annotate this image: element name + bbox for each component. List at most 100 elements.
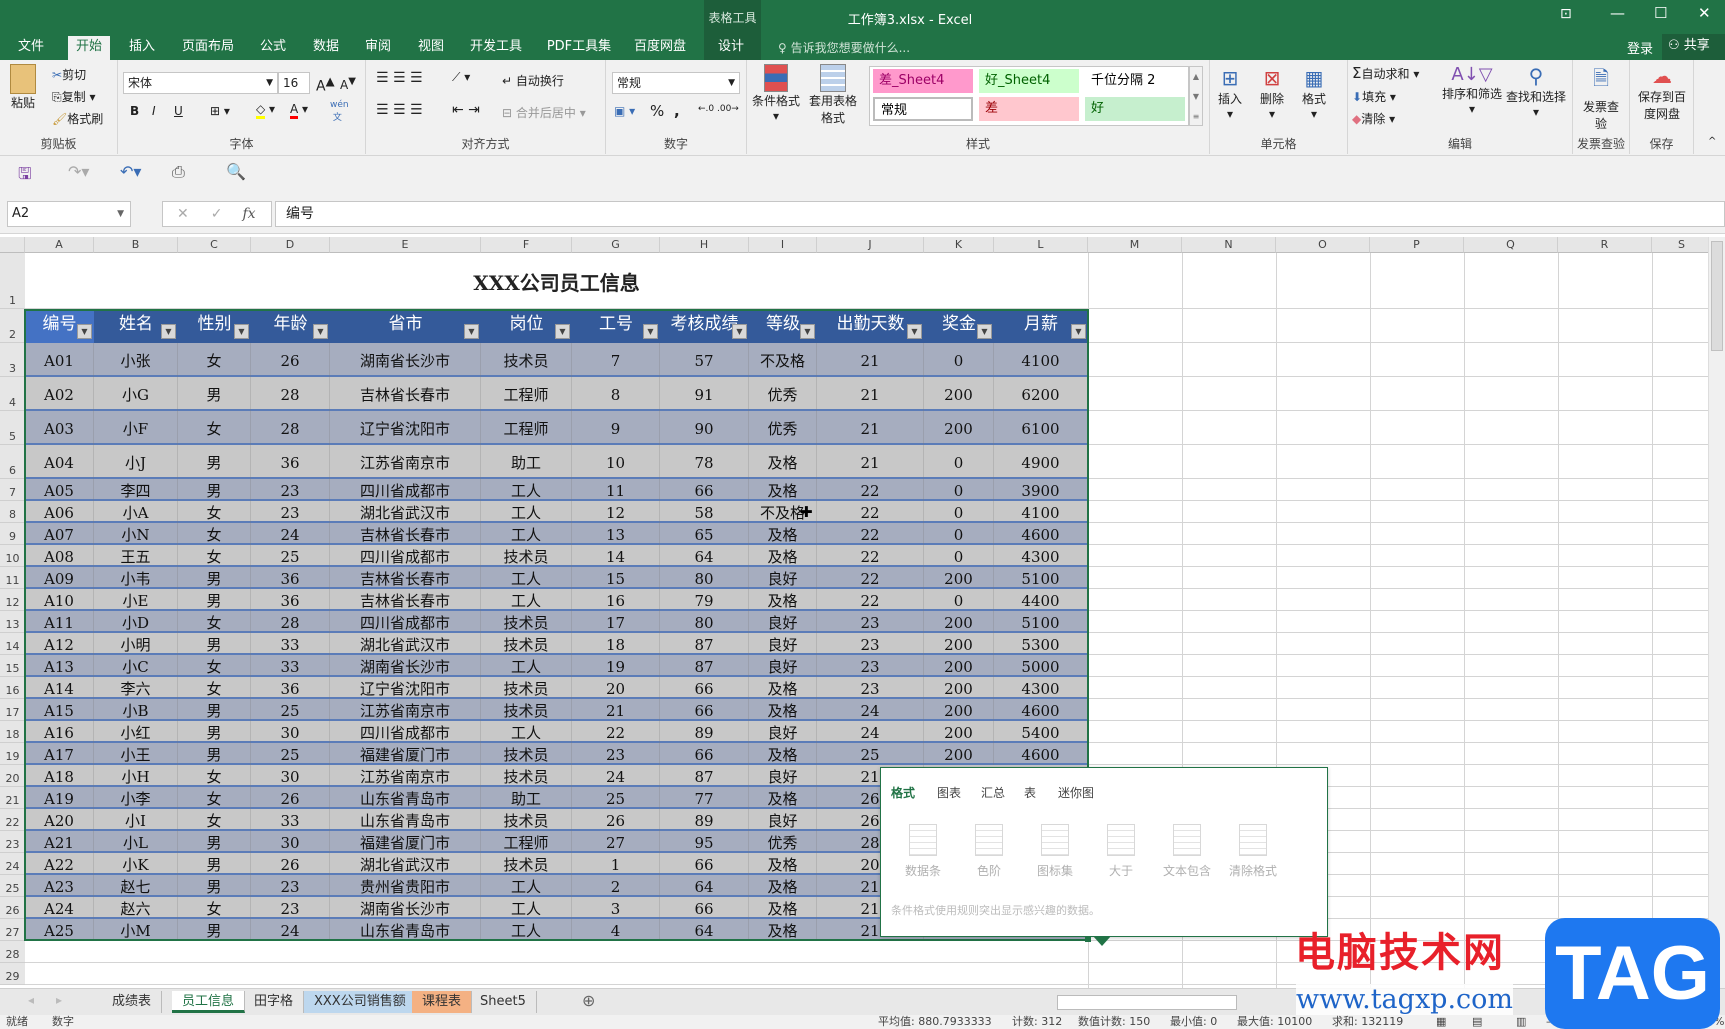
table-cell[interactable]: 江苏省南京市: [330, 699, 481, 721]
table-cell[interactable]: 20: [572, 677, 660, 699]
table-cell[interactable]: 87: [660, 765, 749, 787]
table-cell[interactable]: 66: [660, 853, 749, 875]
table-cell[interactable]: 0: [924, 545, 994, 567]
table-cell[interactable]: 技术员: [481, 343, 572, 377]
next-sheet-icon[interactable]: ▸: [56, 993, 62, 1007]
table-cell[interactable]: 36: [251, 589, 330, 611]
table-header-cell[interactable]: 性别 ▼: [178, 309, 251, 343]
table-cell[interactable]: 技术员: [481, 809, 572, 831]
table-cell[interactable]: 22: [572, 721, 660, 743]
italic-button[interactable]: I: [152, 104, 156, 118]
filter-dropdown-button[interactable]: ▼: [555, 324, 570, 339]
sheet-tab[interactable]: XXX公司销售额: [304, 991, 417, 1013]
table-cell[interactable]: 女: [178, 765, 251, 787]
quick-analysis-tab-1[interactable]: 图表: [937, 784, 961, 801]
table-cell[interactable]: A25: [25, 919, 94, 941]
table-cell[interactable]: 工人: [481, 655, 572, 677]
table-cell[interactable]: A15: [25, 699, 94, 721]
filter-dropdown-button[interactable]: ▼: [77, 324, 92, 339]
cut-button[interactable]: ✂剪切: [52, 66, 86, 83]
quick-analysis-tab-0[interactable]: 格式: [891, 784, 915, 801]
table-cell[interactable]: 四川省成都市: [330, 721, 481, 743]
table-header-cell[interactable]: 奖金 ▼: [924, 309, 994, 343]
table-cell[interactable]: 及格: [749, 479, 817, 501]
tab-10[interactable]: 百度网盘: [626, 36, 694, 60]
decrease-font-icon[interactable]: A▼: [340, 76, 356, 92]
table-cell[interactable]: 30: [251, 765, 330, 787]
table-cell[interactable]: 77: [660, 787, 749, 809]
table-cell[interactable]: 男: [178, 919, 251, 941]
row-header-29[interactable]: 29: [0, 963, 25, 985]
table-cell[interactable]: 0: [924, 343, 994, 377]
column-header-S[interactable]: S: [1652, 237, 1708, 253]
table-cell[interactable]: 四川省成都市: [330, 611, 481, 633]
table-cell[interactable]: 200: [924, 743, 994, 765]
page-layout-icon[interactable]: ▤: [1472, 1015, 1482, 1029]
table-cell[interactable]: 小G: [94, 377, 178, 411]
table-cell[interactable]: 95: [660, 831, 749, 853]
table-cell[interactable]: 技术员: [481, 699, 572, 721]
quick-analysis-item[interactable]: 大于: [1091, 824, 1151, 879]
column-header-P[interactable]: P: [1370, 237, 1464, 253]
table-cell[interactable]: 良好: [749, 765, 817, 787]
table-cell[interactable]: 女: [178, 411, 251, 445]
table-cell[interactable]: 66: [660, 897, 749, 919]
table-cell[interactable]: 及格: [749, 743, 817, 765]
table-cell[interactable]: 江苏省南京市: [330, 445, 481, 479]
table-cell[interactable]: 4100: [994, 501, 1088, 523]
bold-button[interactable]: B: [130, 104, 139, 118]
style-cell[interactable]: 好_Sheet4: [979, 69, 1079, 93]
percent-button[interactable]: %: [650, 102, 664, 120]
table-cell[interactable]: 湖北省武汉市: [330, 501, 481, 523]
table-cell[interactable]: 小明: [94, 633, 178, 655]
table-cell[interactable]: 技术员: [481, 545, 572, 567]
phonetic-button[interactable]: wén 文: [330, 100, 349, 123]
tab-0[interactable]: 文件: [10, 36, 52, 60]
table-cell[interactable]: 58: [660, 501, 749, 523]
table-cell[interactable]: A18: [25, 765, 94, 787]
format-cells-button[interactable]: ▦ 格式 ▾: [1302, 66, 1326, 121]
sheet-tab[interactable]: 员工信息: [172, 991, 246, 1013]
worksheet-grid[interactable]: A B C D E F G H I J K L M N O P Q R S 1 2 3 4 5 6 7 8 9 10 11 12 13 14 15…: [0, 237, 1708, 988]
table-cell[interactable]: 李六: [94, 677, 178, 699]
row-header-13[interactable]: 13: [0, 611, 25, 633]
table-cell[interactable]: A20: [25, 809, 94, 831]
table-cell[interactable]: 89: [660, 721, 749, 743]
normal-view-icon[interactable]: ▦: [1436, 1015, 1446, 1029]
row-header-21[interactable]: 21: [0, 787, 25, 809]
fill-button[interactable]: ⬇填充 ▾: [1352, 88, 1396, 105]
table-cell[interactable]: 4600: [994, 743, 1088, 765]
cancel-icon[interactable]: ✕: [177, 206, 189, 222]
tab-5[interactable]: 数据: [305, 36, 347, 60]
copy-button[interactable]: ⎘复制 ▾: [52, 88, 95, 105]
table-cell[interactable]: 5100: [994, 611, 1088, 633]
table-cell[interactable]: 36: [251, 445, 330, 479]
table-cell[interactable]: 辽宁省沈阳市: [330, 677, 481, 699]
table-cell[interactable]: 工程师: [481, 377, 572, 411]
indent-icons[interactable]: ⇤ ⇥: [452, 102, 480, 118]
table-cell[interactable]: 小H: [94, 765, 178, 787]
quick-analysis-tab-3[interactable]: 表: [1024, 784, 1036, 801]
table-cell[interactable]: 福建省厦门市: [330, 831, 481, 853]
table-cell[interactable]: 吉林省长春市: [330, 567, 481, 589]
filter-dropdown-button[interactable]: ▼: [234, 324, 249, 339]
table-cell[interactable]: 小李: [94, 787, 178, 809]
table-cell[interactable]: 21: [817, 377, 924, 411]
table-cell[interactable]: 良好: [749, 809, 817, 831]
table-cell[interactable]: 技术员: [481, 765, 572, 787]
table-cell[interactable]: 女: [178, 611, 251, 633]
wrap-text-button[interactable]: ↵ 自动换行: [502, 72, 564, 89]
ribbon-display-icon[interactable]: ⊡: [1560, 6, 1572, 22]
row-header-3[interactable]: 3: [0, 343, 25, 377]
horizontal-scrollbar[interactable]: [1057, 995, 1237, 1010]
filter-dropdown-button[interactable]: ▼: [800, 324, 815, 339]
table-cell[interactable]: A17: [25, 743, 94, 765]
table-cell[interactable]: 男: [178, 633, 251, 655]
table-header-cell[interactable]: 月薪 ▼: [994, 309, 1088, 343]
table-cell[interactable]: 及格: [749, 699, 817, 721]
table-cell[interactable]: 及格: [749, 897, 817, 919]
table-header-cell[interactable]: 工号 ▼: [572, 309, 660, 343]
table-cell[interactable]: 男: [178, 853, 251, 875]
table-cell[interactable]: 工人: [481, 897, 572, 919]
tab-7[interactable]: 视图: [410, 36, 452, 60]
